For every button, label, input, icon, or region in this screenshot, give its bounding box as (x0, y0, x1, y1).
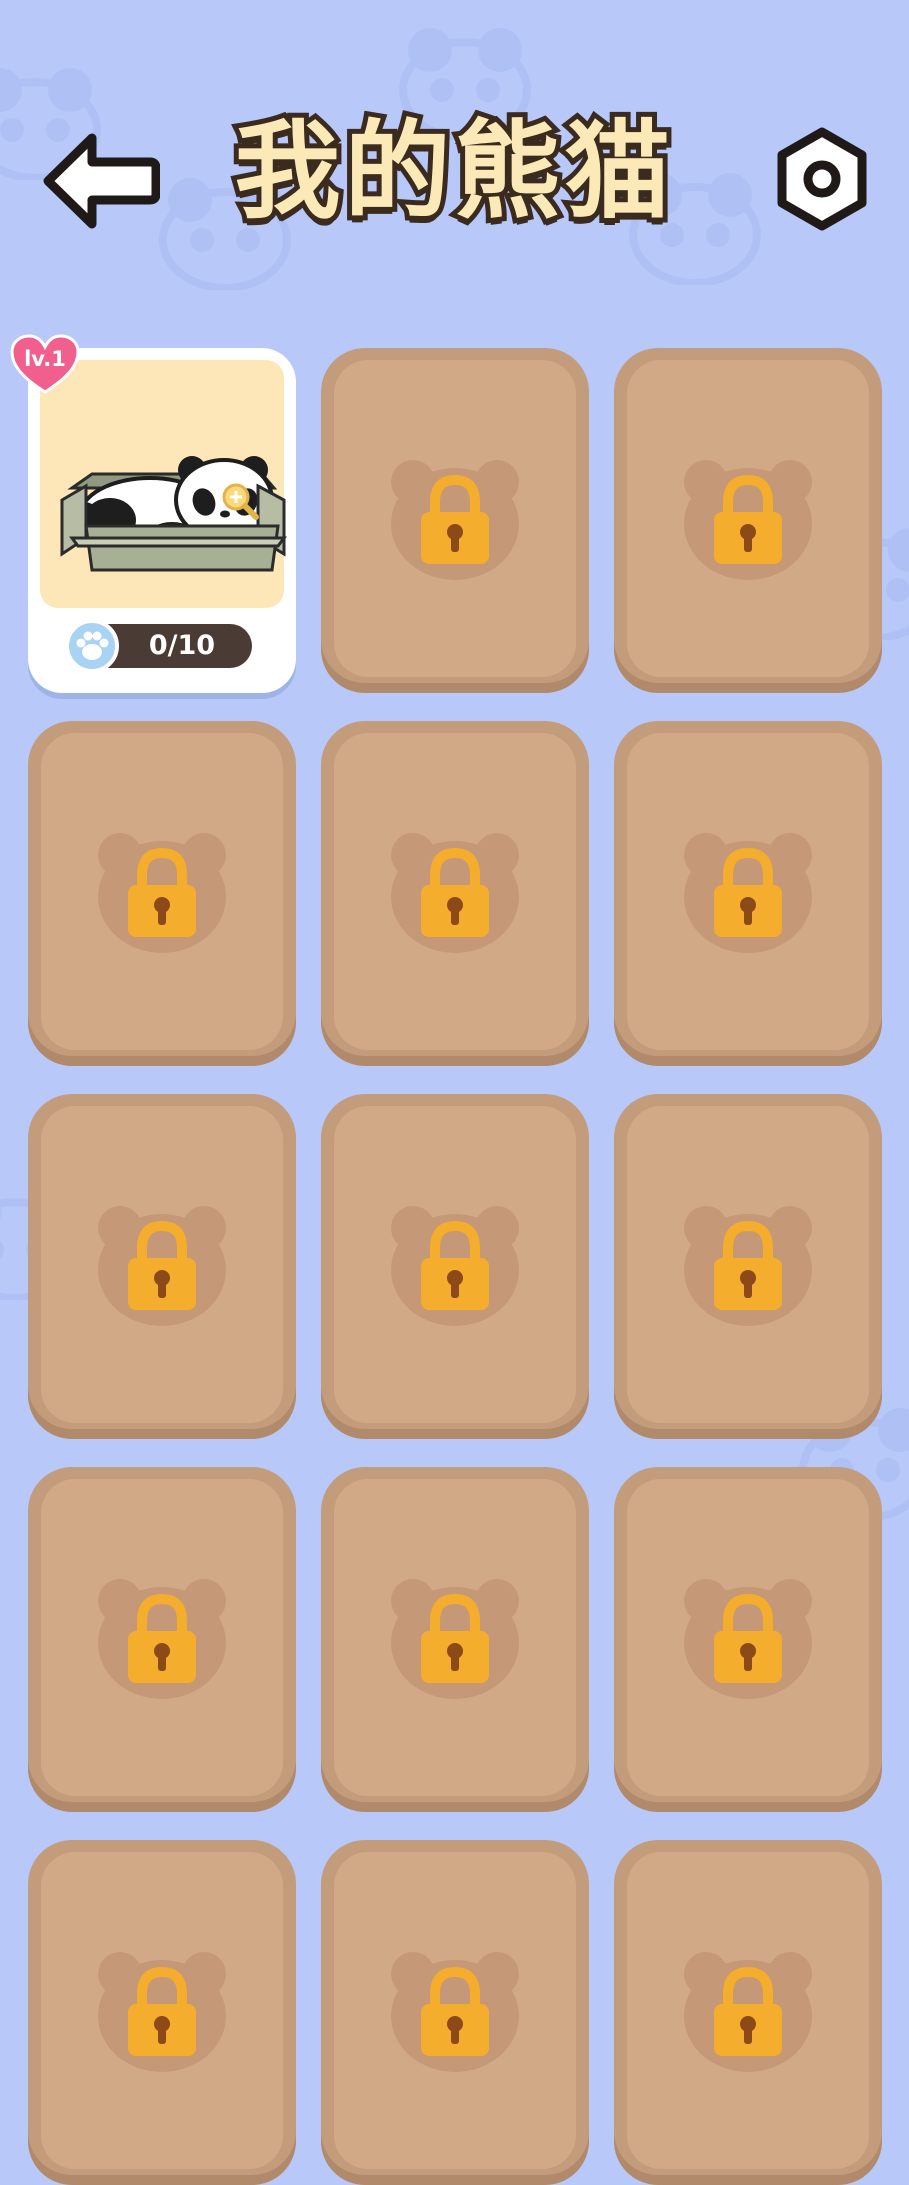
panda-card-art-panel (40, 360, 287, 608)
locked-card-panel (41, 1479, 283, 1796)
panda-card-locked[interactable] (614, 348, 882, 693)
lock-icon (391, 459, 519, 580)
lock-icon (684, 1578, 812, 1699)
level-badge: lv.1 (10, 334, 80, 396)
progress-text: 0/10 (148, 630, 216, 661)
panda-card-locked[interactable] (614, 1840, 882, 2185)
page-title: 我的熊猫 (230, 107, 676, 237)
lock-icon (391, 832, 519, 953)
paw-icon (65, 619, 119, 673)
gear-icon (777, 127, 867, 231)
back-button[interactable] (40, 126, 161, 236)
lock-icon (684, 1205, 812, 1326)
panda-card-locked[interactable] (321, 1840, 589, 2185)
panda-card-locked[interactable] (28, 1840, 296, 2185)
panda-card-locked[interactable] (321, 1467, 589, 1812)
locked-card-panel (334, 1852, 576, 2169)
level-label: lv.1 (24, 347, 66, 371)
locked-card-panel (627, 733, 869, 1050)
locked-card-panel (627, 1106, 869, 1423)
lock-icon (684, 459, 812, 580)
settings-button[interactable] (774, 126, 870, 236)
panda-card-locked[interactable] (28, 721, 296, 1066)
arrow-left-icon (43, 133, 161, 229)
panda-card-unlocked[interactable]: lv.1 0/10 (10, 334, 296, 693)
panda-card-locked[interactable] (321, 721, 589, 1066)
lock-icon (98, 1578, 226, 1699)
panda-card-locked[interactable] (614, 721, 882, 1066)
locked-card-panel (627, 1479, 869, 1796)
top-bar: 我的熊猫 (0, 0, 909, 320)
locked-card-panel (627, 1852, 869, 2169)
locked-card-panel (41, 1852, 283, 2169)
locked-card-panel (334, 360, 576, 677)
zoom-icon[interactable] (218, 479, 262, 523)
locked-card-panel (41, 1106, 283, 1423)
lock-icon (391, 1951, 519, 2072)
panda-card-locked[interactable] (321, 348, 589, 693)
panda-card-locked[interactable] (28, 1094, 296, 1439)
lock-icon (98, 832, 226, 953)
panda-card-locked[interactable] (321, 1094, 589, 1439)
lock-icon (98, 1205, 226, 1326)
progress-pill: 0/10 (65, 619, 252, 673)
panda-card-locked[interactable] (614, 1094, 882, 1439)
locked-card-panel (334, 733, 576, 1050)
locked-card-panel (627, 360, 869, 677)
locked-card-panel (41, 733, 283, 1050)
panda-card-locked[interactable] (28, 1467, 296, 1812)
locked-card-panel (334, 1106, 576, 1423)
lock-icon (684, 832, 812, 953)
panda-card-locked[interactable] (614, 1467, 882, 1812)
locked-card-panel (334, 1479, 576, 1796)
lock-icon (684, 1951, 812, 2072)
lock-icon (391, 1578, 519, 1699)
lock-icon (391, 1205, 519, 1326)
lock-icon (98, 1951, 226, 2072)
